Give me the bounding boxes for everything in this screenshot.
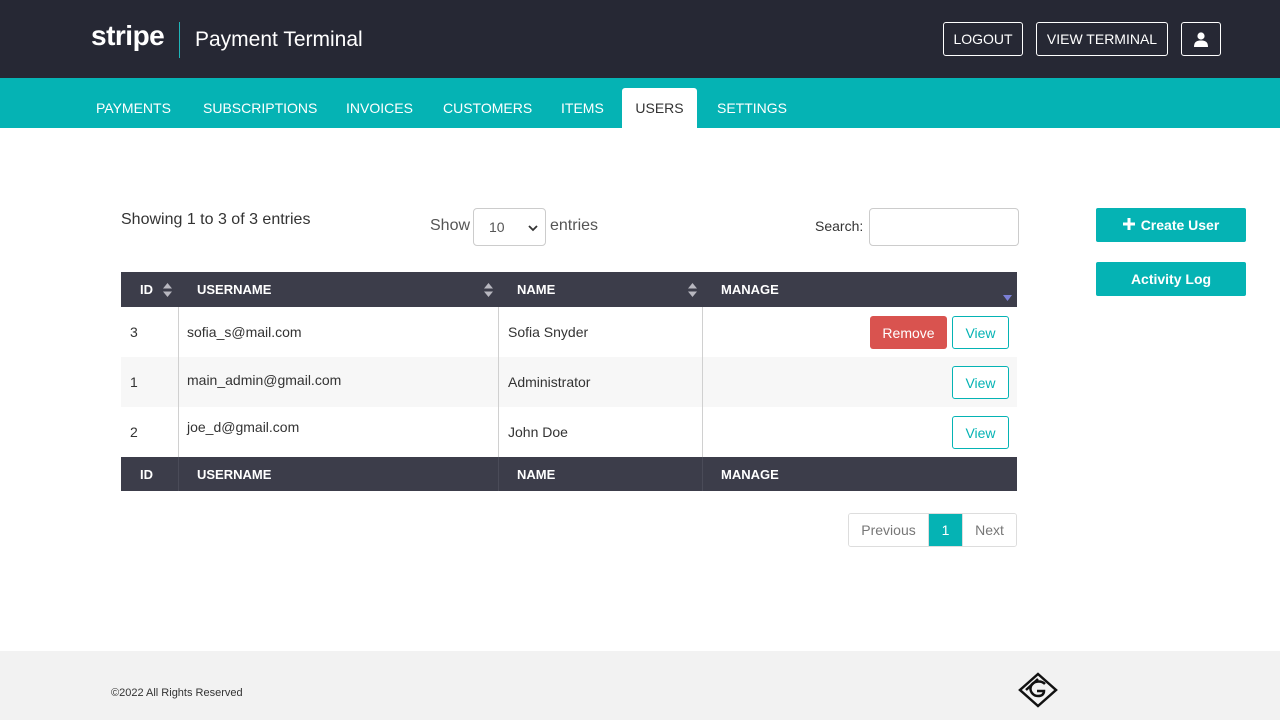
table-header: ID USERNAME NAME MANAGE: [121, 272, 1017, 307]
sort-icon[interactable]: [484, 283, 493, 300]
chevron-down-icon: [527, 221, 539, 237]
column-separator: [702, 407, 703, 457]
user-menu-button[interactable]: [1181, 22, 1221, 56]
header-username[interactable]: USERNAME: [197, 272, 271, 307]
create-user-label: Create User: [1140, 217, 1220, 233]
column-separator: [178, 357, 179, 407]
next-page-button[interactable]: Next: [962, 514, 1016, 546]
header-name[interactable]: NAME: [517, 272, 555, 307]
column-separator: [178, 307, 179, 357]
column-separator: [702, 357, 703, 407]
row-name: John Doe: [508, 424, 568, 440]
column-separator: [498, 407, 499, 457]
sort-icon[interactable]: [163, 283, 172, 300]
column-separator: [498, 357, 499, 407]
sort-desc-icon[interactable]: [1003, 289, 1012, 304]
entries-label: entries: [550, 217, 599, 234]
row-username: joe_d@gmail.com: [187, 419, 300, 435]
page-size-value: 10: [489, 219, 505, 235]
plus-icon: [1122, 217, 1135, 233]
users-table: ID USERNAME NAME MANAGE 3 sofia_s@mail.c…: [121, 272, 1017, 491]
footer-name: NAME: [517, 466, 556, 482]
row-id: 3: [130, 324, 138, 340]
page-1-button[interactable]: 1: [929, 514, 962, 546]
view-button[interactable]: View: [952, 366, 1009, 399]
tab-settings[interactable]: SETTINGS: [701, 88, 803, 128]
remove-button[interactable]: Remove: [870, 316, 947, 349]
activity-log-button[interactable]: Activity Log: [1096, 262, 1246, 296]
view-terminal-button[interactable]: VIEW TERMINAL: [1036, 22, 1168, 56]
page-size-select[interactable]: 10: [473, 208, 546, 246]
main-nav: PAYMENTS SUBSCRIPTIONS INVOICES CUSTOMER…: [0, 78, 1280, 128]
top-header: stripe Payment Terminal LOGOUT VIEW TERM…: [0, 0, 1280, 78]
footer-username: USERNAME: [197, 466, 272, 482]
row-name: Sofia Snyder: [508, 324, 589, 340]
copyright-text: ©2022 All Rights Reserved: [111, 687, 243, 699]
page-footer: ©2022 All Rights Reserved: [0, 651, 1280, 720]
search-label: Search:: [815, 218, 864, 234]
header-id[interactable]: ID: [140, 272, 153, 307]
logout-button[interactable]: LOGOUT: [943, 22, 1023, 56]
showing-entries-text: Showing 1 to 3 of 3 entries: [121, 211, 311, 228]
view-button[interactable]: View: [952, 416, 1009, 449]
column-separator: [702, 307, 703, 357]
stripe-logo[interactable]: stripe: [91, 20, 165, 52]
user-icon: [1194, 31, 1208, 47]
table-row: 3 sofia_s@mail.com Sofia Snyder Remove V…: [121, 307, 1017, 357]
row-username: sofia_s@mail.com: [187, 324, 302, 340]
app-title: Payment Terminal: [195, 28, 363, 51]
table-row: 2 joe_d@gmail.com John Doe View: [121, 407, 1017, 457]
row-name: Administrator: [508, 374, 591, 390]
footer-manage: MANAGE: [721, 466, 779, 482]
create-user-button[interactable]: Create User: [1096, 208, 1246, 242]
row-id: 2: [130, 424, 138, 440]
row-id: 1: [130, 374, 138, 390]
column-separator: [702, 457, 703, 491]
tab-subscriptions[interactable]: SUBSCRIPTIONS: [187, 88, 333, 128]
table-footer: ID USERNAME NAME MANAGE: [121, 457, 1017, 491]
pagination: Previous 1 Next: [848, 513, 1017, 547]
tab-customers[interactable]: CUSTOMERS: [427, 88, 548, 128]
tab-items[interactable]: ITEMS: [545, 88, 620, 128]
tab-users[interactable]: USERS: [622, 88, 697, 128]
column-separator: [498, 307, 499, 357]
table-row: 1 main_admin@gmail.com Administrator Vie…: [121, 357, 1017, 407]
brand-logo-icon[interactable]: [1017, 672, 1059, 713]
view-button[interactable]: View: [952, 316, 1009, 349]
search-input[interactable]: [869, 208, 1019, 246]
previous-page-button[interactable]: Previous: [849, 514, 929, 546]
footer-id: ID: [140, 466, 153, 482]
column-separator: [178, 407, 179, 457]
sort-icon[interactable]: [688, 283, 697, 300]
show-label: Show: [430, 217, 471, 234]
header-manage[interactable]: MANAGE: [721, 272, 779, 307]
tab-payments[interactable]: PAYMENTS: [80, 88, 187, 128]
column-separator: [498, 457, 499, 491]
logo-divider: [179, 22, 180, 58]
tab-invoices[interactable]: INVOICES: [330, 88, 429, 128]
column-separator: [178, 457, 179, 491]
row-username: main_admin@gmail.com: [187, 372, 342, 388]
